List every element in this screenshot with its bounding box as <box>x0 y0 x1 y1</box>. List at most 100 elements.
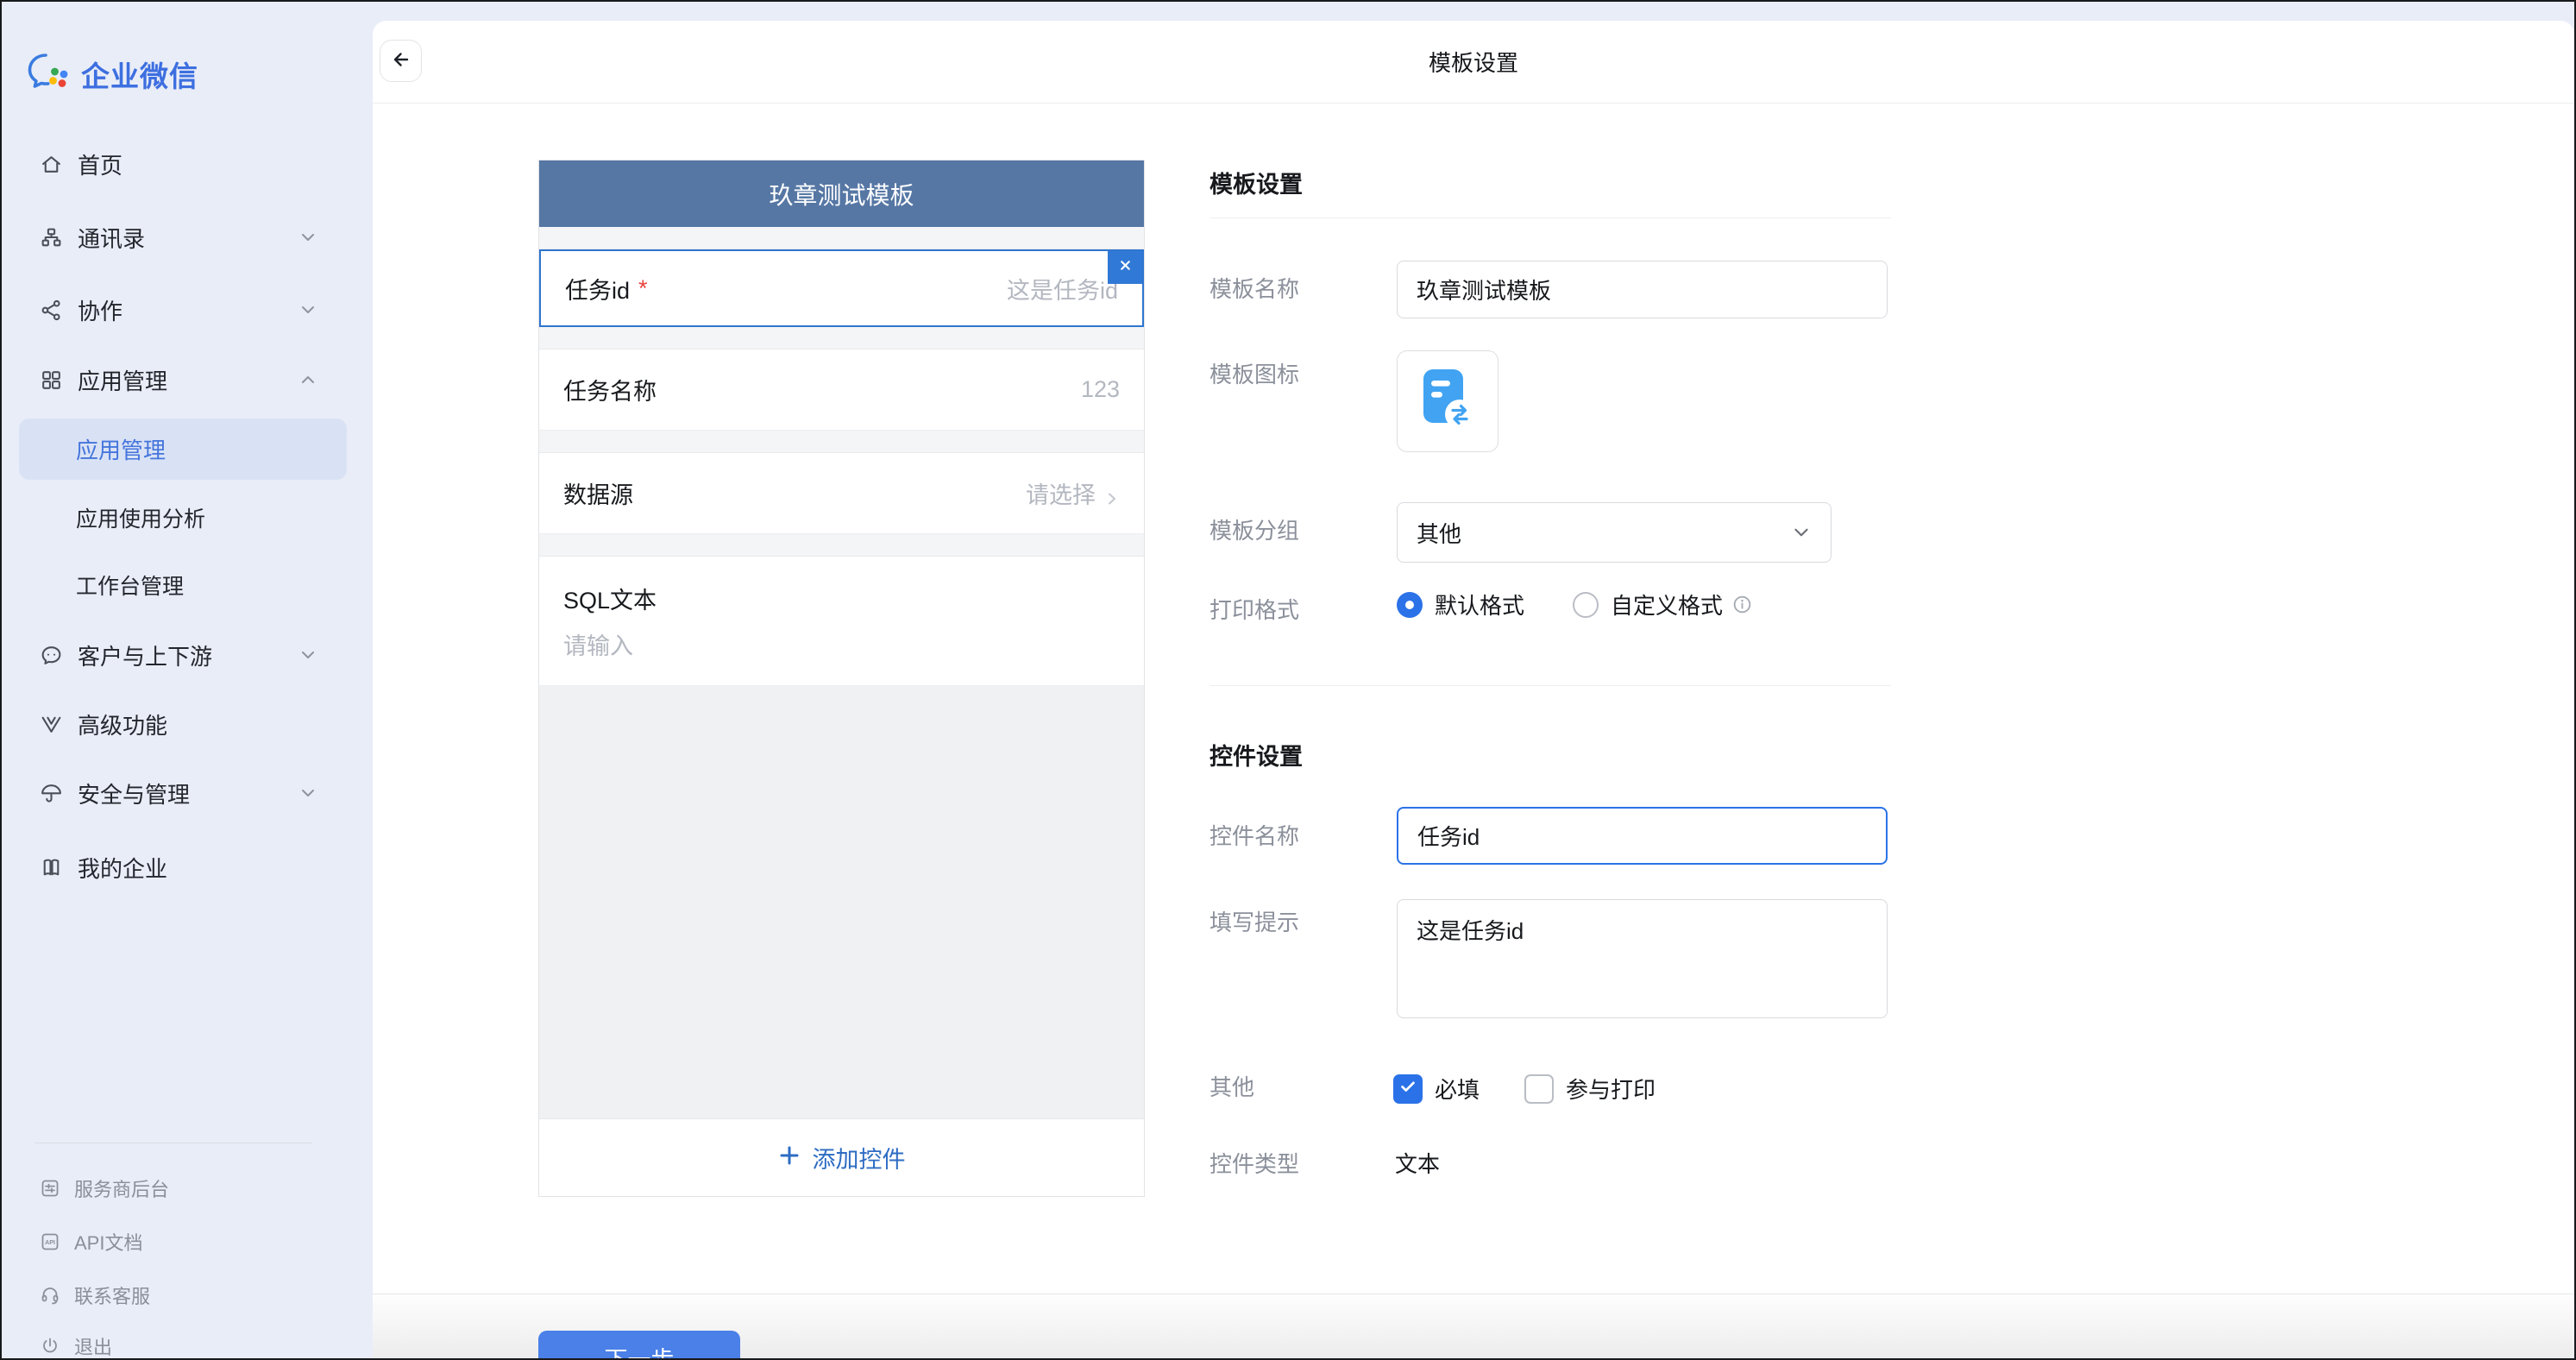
control-name-value: 任务id <box>1417 820 1480 852</box>
field-placeholder: 请输入 <box>563 627 633 661</box>
template-group-select[interactable]: 其他 <box>1397 502 1831 563</box>
sidebar-item-contact-support[interactable]: 联系客服 <box>2 1275 371 1316</box>
sidebar-item-collaboration[interactable]: 协作 <box>2 286 371 334</box>
page-header: 模板设置 <box>373 21 2574 104</box>
template-icon-picker[interactable] <box>1397 350 1498 452</box>
template-group-value: 其他 <box>1417 517 1461 549</box>
chevron-down-icon <box>1791 522 1812 543</box>
checkbox-required-checked[interactable] <box>1393 1074 1423 1104</box>
sidebar-item-label: 协作 <box>78 294 123 326</box>
sidebar-item-customers[interactable]: 客户与上下游 <box>2 631 371 679</box>
add-control-button[interactable]: 添加控件 <box>539 1118 1144 1196</box>
app-window: 企业微信 首页 通讯录 协作 <box>0 0 2576 1360</box>
control-type-label: 控件类型 <box>1209 1150 1299 1178</box>
remove-field-button[interactable] <box>1108 251 1142 284</box>
double-v-icon <box>40 713 63 736</box>
plus-icon <box>778 1144 801 1171</box>
sidebar-subitem-app-management-active[interactable]: 应用管理 <box>19 419 347 480</box>
section-title-control-settings: 控件设置 <box>1209 738 1303 771</box>
sliders-icon <box>40 1178 60 1199</box>
template-group-label: 模板分组 <box>1209 517 1299 545</box>
template-name-label: 模板名称 <box>1209 275 1299 303</box>
sidebar-item-app-management[interactable]: 应用管理 <box>2 356 371 404</box>
chevron-down-icon <box>298 300 317 319</box>
template-name-input[interactable]: 玖章测试模板 <box>1397 261 1888 318</box>
add-control-label: 添加控件 <box>813 1141 906 1174</box>
chat-bubble-icon <box>40 644 63 667</box>
sidebar-item-label: 客户与上下游 <box>78 639 212 671</box>
sidebar-item-provider-console[interactable]: 服务商后台 <box>2 1168 371 1209</box>
field-label: 任务名称 <box>563 373 657 406</box>
template-name-value: 玖章测试模板 <box>1417 274 1551 305</box>
sidebar-subitem-app-usage-analysis[interactable]: 应用使用分析 <box>2 494 371 542</box>
preview-field-data-source[interactable]: 数据源 请选择 <box>539 453 1144 534</box>
preview-field-task-id-selected[interactable]: 任务id * 这是任务id <box>539 249 1144 327</box>
control-name-input[interactable]: 任务id <box>1397 807 1888 865</box>
hint-label: 填写提示 <box>1209 909 1299 936</box>
org-chart-icon <box>40 226 63 249</box>
back-button[interactable] <box>380 40 422 82</box>
sidebar-item-label: 通讯录 <box>78 222 145 254</box>
chevron-right-icon <box>1104 486 1120 501</box>
template-preview-title-bar: 玖章测试模板 <box>539 161 1144 227</box>
radio-default-format-checked[interactable] <box>1397 592 1423 618</box>
custom-format-label: 自定义格式 <box>1611 589 1723 620</box>
row-gap <box>539 227 1144 249</box>
sidebar-item-security-management[interactable]: 安全与管理 <box>2 769 371 817</box>
sidebar-item-my-enterprise[interactable]: 我的企业 <box>2 843 371 891</box>
wechat-work-logo-icon <box>26 52 71 96</box>
field-placeholder: 这是任务id <box>1007 272 1118 305</box>
preview-field-sql-text[interactable]: SQL文本 请输入 <box>539 557 1144 686</box>
sidebar-item-api-docs[interactable]: API API文档 <box>2 1221 371 1262</box>
print-participate-label: 参与打印 <box>1566 1073 1656 1105</box>
row-gap <box>539 534 1144 557</box>
page-title: 模板设置 <box>1429 46 1518 78</box>
sidebar-subitem-label: 应用使用分析 <box>76 502 205 533</box>
checkbox-print-participate-unchecked[interactable] <box>1524 1074 1554 1104</box>
other-options-label: 其他 <box>1209 1074 1254 1101</box>
control-type-value: 文本 <box>1395 1150 1440 1178</box>
sidebar-item-home[interactable]: 首页 <box>2 140 371 188</box>
sidebar-subitem-label: 应用管理 <box>76 433 166 465</box>
close-icon <box>1118 258 1133 277</box>
sidebar-item-label: 应用管理 <box>78 364 167 396</box>
field-label: SQL文本 <box>563 582 657 615</box>
sidebar-item-label: 我的企业 <box>78 852 167 884</box>
sidebar-subitem-workbench-management[interactable]: 工作台管理 <box>2 561 371 609</box>
required-checkbox-label: 必填 <box>1435 1073 1480 1105</box>
settings-panel: 模板设置 模板名称 玖章测试模板 模板图标 <box>1209 166 1891 1288</box>
sidebar-item-logout[interactable]: 退出 <box>2 1325 371 1360</box>
preview-empty-area <box>539 686 1144 1118</box>
preview-field-task-name[interactable]: 任务名称 123 <box>539 349 1144 431</box>
field-placeholder: 请选择 <box>1026 476 1096 510</box>
chevron-down-icon <box>298 645 317 664</box>
sidebar-item-contacts[interactable]: 通讯录 <box>2 213 371 261</box>
radio-custom-format-unchecked[interactable] <box>1573 592 1599 618</box>
section-title-template-settings: 模板设置 <box>1209 166 1303 199</box>
sidebar-footer-label: 联系客服 <box>74 1281 150 1309</box>
print-format-options: 默认格式 自定义格式 <box>1397 589 1753 620</box>
sidebar-subitem-label: 工作台管理 <box>76 570 184 601</box>
hint-textarea[interactable]: 这是任务id <box>1397 899 1888 1018</box>
headset-icon <box>40 1285 60 1306</box>
field-value: 123 <box>1081 376 1120 403</box>
field-label: 任务id <box>565 272 630 305</box>
next-step-button[interactable]: 下一步 <box>538 1331 740 1358</box>
sidebar-item-label: 高级功能 <box>78 708 167 740</box>
info-icon[interactable] <box>1731 594 1753 615</box>
sidebar-item-label: 首页 <box>78 148 123 180</box>
print-format-label: 打印格式 <box>1209 596 1299 624</box>
sidebar-item-label: 安全与管理 <box>78 778 190 809</box>
api-doc-icon: API <box>40 1231 60 1252</box>
template-preview-title: 玖章测试模板 <box>769 177 914 211</box>
template-preview-card: 玖章测试模板 任务id * 这是任务id 任务名称 123 <box>538 160 1145 1197</box>
default-format-label: 默认格式 <box>1435 589 1524 620</box>
sidebar: 企业微信 首页 通讯录 协作 <box>2 2 371 1358</box>
row-gap <box>539 327 1144 349</box>
sidebar-footer-label: 退出 <box>74 1332 112 1360</box>
chevron-down-icon <box>298 228 317 247</box>
share-nodes-icon <box>40 299 63 322</box>
field-label: 数据源 <box>563 476 633 510</box>
sidebar-item-advanced-features[interactable]: 高级功能 <box>2 700 371 748</box>
home-icon <box>40 153 63 176</box>
